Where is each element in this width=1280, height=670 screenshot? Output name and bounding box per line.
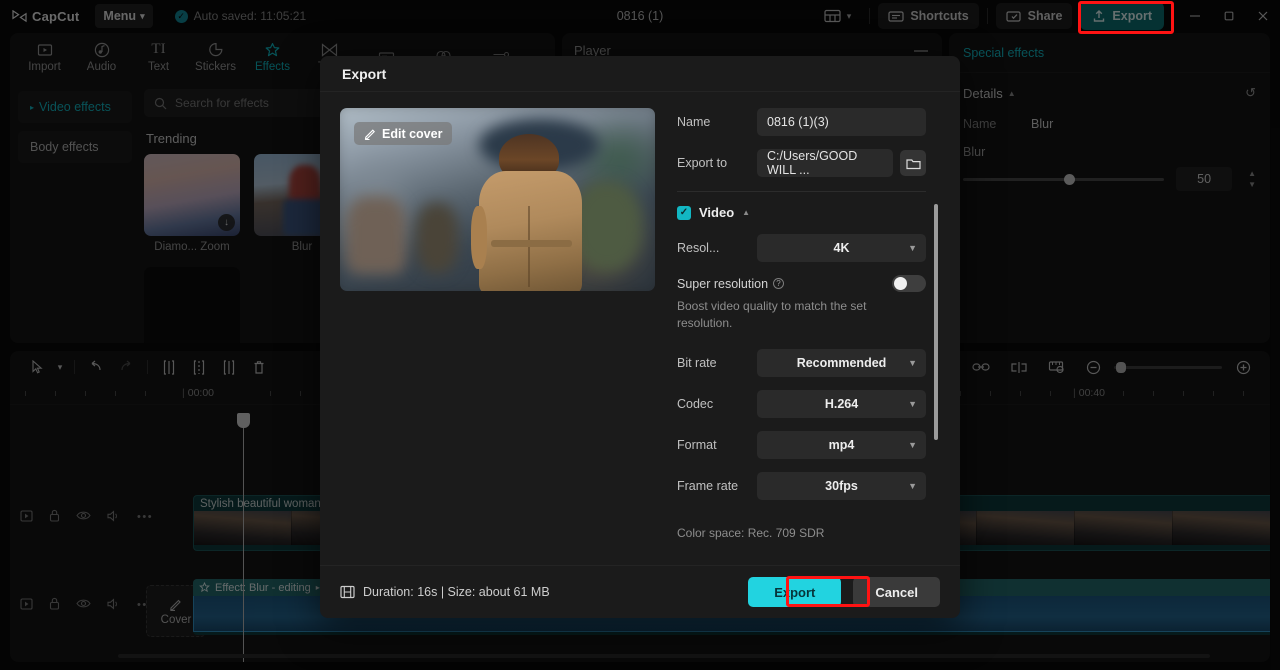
codec-select[interactable]: H.264 ▼ bbox=[757, 389, 926, 418]
name-input[interactable]: 0816 (1)(3) bbox=[757, 108, 926, 136]
chevron-down-icon: ▼ bbox=[908, 439, 917, 450]
name-row: Name 0816 (1)(3) bbox=[677, 108, 926, 136]
framerate-row: Frame rate 30fps ▼ bbox=[677, 471, 926, 500]
browse-folder-button[interactable] bbox=[900, 150, 926, 176]
film-icon bbox=[340, 585, 355, 599]
export-settings-scrollbar[interactable] bbox=[934, 204, 938, 440]
footer-buttons: Export Cancel bbox=[748, 577, 940, 607]
toggle-knob bbox=[894, 277, 907, 290]
framerate-label: Frame rate bbox=[677, 478, 739, 493]
subject-arm bbox=[471, 206, 488, 269]
edit-cover-button[interactable]: Edit cover bbox=[354, 122, 453, 145]
format-select[interactable]: mp4 ▼ bbox=[757, 430, 926, 459]
color-space-text: Color space: Rec. 709 SDR bbox=[677, 525, 825, 540]
export-dialog-body: Edit cover Name 0816 (1)(3) Export to C:… bbox=[320, 92, 960, 565]
export-dialog-footer: Duration: 16s | Size: about 61 MB Export… bbox=[320, 565, 960, 618]
help-icon[interactable]: ? bbox=[773, 278, 785, 289]
bitrate-select[interactable]: Recommended ▼ bbox=[757, 348, 926, 377]
export-button-confirm[interactable]: Export bbox=[748, 577, 842, 607]
export-path-input[interactable]: C:/Users/GOOD WILL ... bbox=[757, 149, 893, 177]
chevron-down-icon: ▼ bbox=[908, 357, 917, 368]
bitrate-row: Bit rate Recommended ▼ bbox=[677, 348, 926, 377]
resolution-label: Resol... bbox=[677, 241, 720, 255]
export-dialog-title: Export bbox=[342, 65, 387, 82]
duration-info: Duration: 16s | Size: about 61 MB bbox=[340, 585, 550, 599]
export-to-label: Export to bbox=[677, 156, 728, 170]
framerate-select[interactable]: 30fps ▼ bbox=[757, 471, 926, 500]
framerate-value: 30fps bbox=[825, 478, 858, 493]
bitrate-value: Recommended bbox=[796, 355, 887, 370]
cancel-button[interactable]: Cancel bbox=[853, 577, 940, 607]
super-resolution-row: Super resolution ? bbox=[677, 275, 926, 292]
codec-row: Codec H.264 ▼ bbox=[677, 389, 926, 418]
capcut-window: CapCut Menu ▾ ✓ Auto saved: 11:05:21 081… bbox=[0, 0, 1280, 670]
format-value: mp4 bbox=[828, 437, 855, 452]
export-to-row: Export to C:/Users/GOOD WILL ... bbox=[677, 149, 926, 177]
export-dialog-header: Export bbox=[320, 56, 960, 92]
chevron-down-icon: ▼ bbox=[908, 243, 917, 253]
subject-coat bbox=[478, 171, 582, 291]
video-section-header: ✓ Video ▲ bbox=[677, 205, 926, 220]
folder-icon bbox=[905, 158, 921, 169]
divider bbox=[677, 191, 926, 192]
export-settings-form: Name 0816 (1)(3) Export to C:/Users/GOOD… bbox=[677, 108, 938, 565]
codec-label: Codec bbox=[677, 396, 714, 411]
export-dialog: Export Edit cover Name 0816 (1)(3) Expor… bbox=[320, 56, 960, 618]
resolution-value: 4K bbox=[833, 241, 850, 255]
format-label: Format bbox=[677, 437, 717, 452]
chevron-down-icon: ▼ bbox=[908, 480, 917, 491]
format-row: Format mp4 ▼ bbox=[677, 430, 926, 459]
codec-value: H.264 bbox=[824, 396, 859, 411]
edit-pencil-icon bbox=[364, 129, 375, 140]
cover-subject bbox=[466, 133, 592, 291]
cover-blur-blob bbox=[415, 203, 458, 274]
chevron-down-icon: ▼ bbox=[908, 398, 917, 409]
super-resolution-label-wrap: Super resolution ? bbox=[677, 276, 785, 291]
duration-text: Duration: 16s | Size: about 61 MB bbox=[363, 585, 550, 599]
cover-preview: Edit cover bbox=[340, 108, 655, 291]
super-resolution-help: Boost video quality to match the set res… bbox=[677, 299, 867, 331]
video-checkbox[interactable]: ✓ bbox=[677, 205, 691, 220]
name-label: Name bbox=[677, 115, 711, 129]
video-label: Video bbox=[699, 205, 735, 220]
super-resolution-label: Super resolution bbox=[677, 276, 769, 291]
resolution-row: Resol... 4K ▼ bbox=[677, 234, 926, 262]
super-resolution-toggle[interactable] bbox=[892, 275, 926, 292]
chevron-up-icon[interactable]: ▲ bbox=[742, 208, 750, 217]
edit-cover-label: Edit cover bbox=[382, 126, 443, 141]
cover-blur-blob bbox=[346, 195, 407, 274]
resolution-select[interactable]: 4K ▼ bbox=[757, 234, 926, 262]
bitrate-label: Bit rate bbox=[677, 355, 717, 370]
